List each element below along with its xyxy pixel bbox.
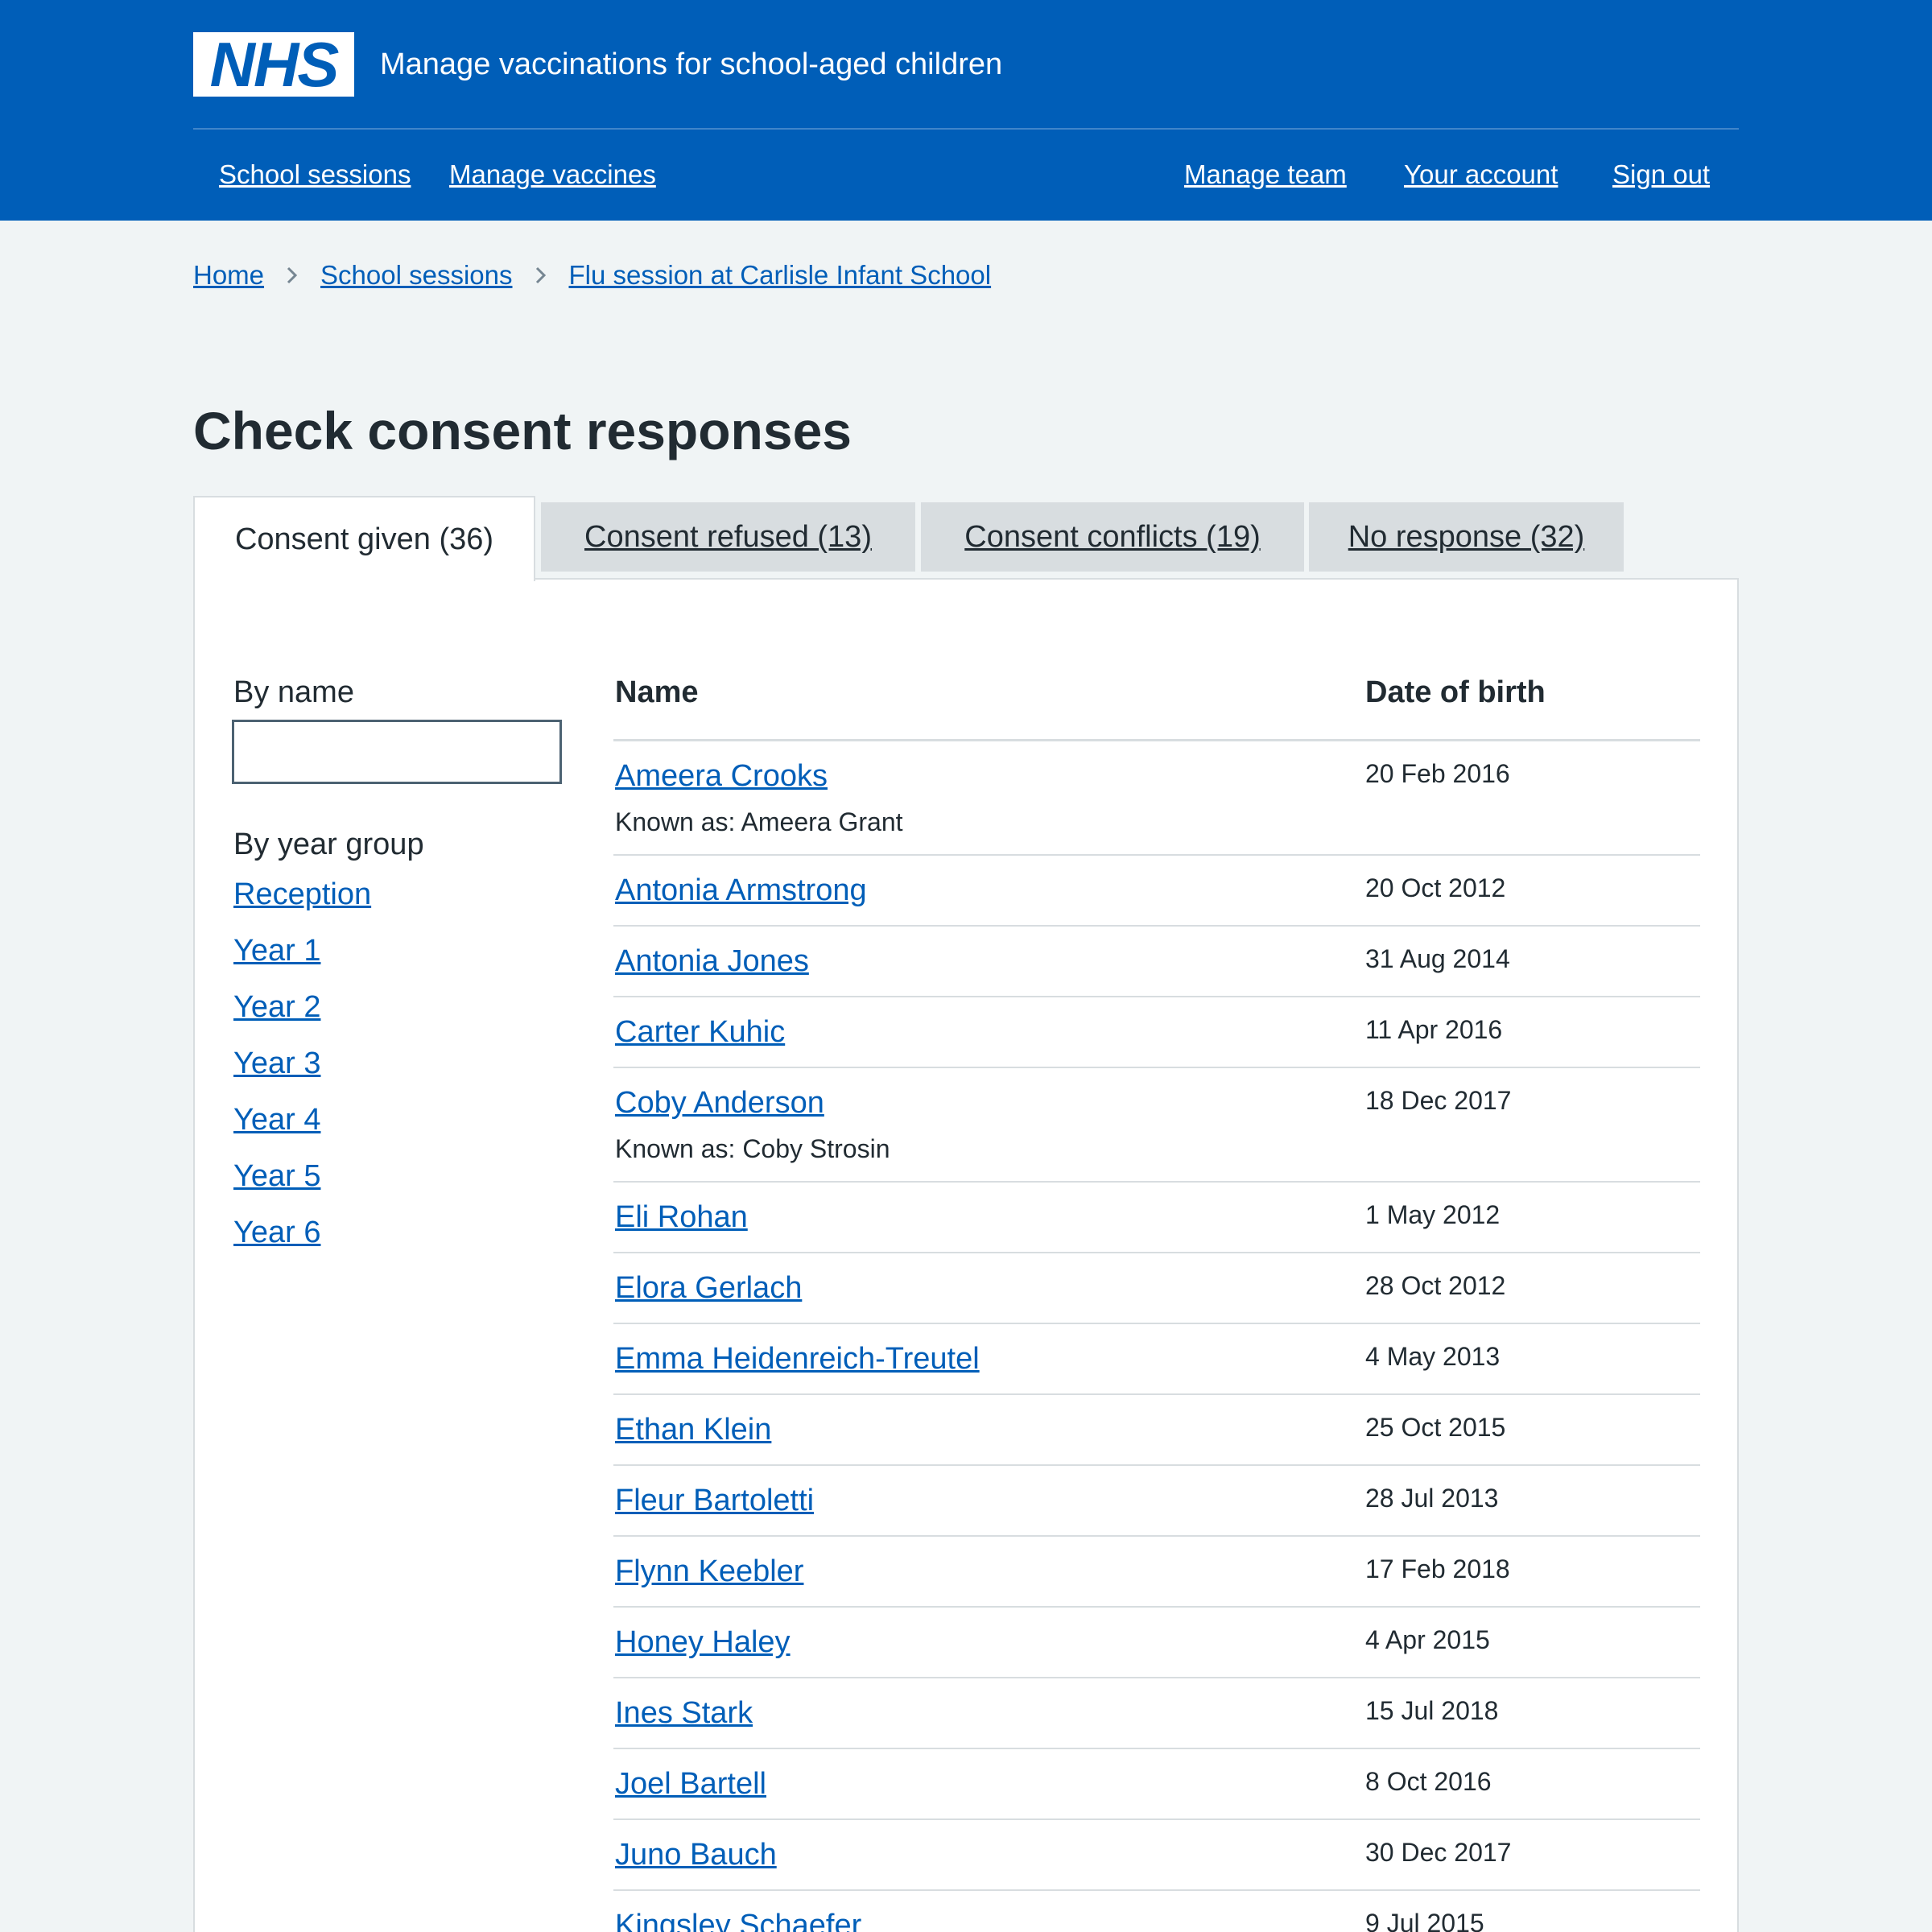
tab-consent-refused[interactable]: Consent refused (13) xyxy=(541,502,915,572)
date-of-birth: 17 Feb 2018 xyxy=(1365,1554,1510,1583)
patient-name-link[interactable]: Antonia Armstrong xyxy=(615,870,867,910)
nav-school-sessions[interactable]: School sessions xyxy=(219,155,411,194)
column-header-dob: Date of birth xyxy=(1365,675,1546,709)
by-year-group-label: By year group xyxy=(233,828,424,861)
nav-sign-out[interactable]: Sign out xyxy=(1612,155,1710,194)
year-group-4[interactable]: Year 4 xyxy=(233,1100,320,1139)
date-of-birth: 11 Apr 2016 xyxy=(1365,1015,1503,1044)
table-row: Antonia Jones 31 Aug 2014 xyxy=(613,927,1700,997)
table-row: Juno Bauch 30 Dec 2017 xyxy=(613,1820,1700,1891)
table-row: Flynn Keebler 17 Feb 2018 xyxy=(613,1537,1700,1608)
name-search-input[interactable] xyxy=(232,720,562,784)
nhs-logo-text: NHS xyxy=(209,29,340,100)
patient-name-link[interactable]: Coby Anderson xyxy=(615,1083,824,1123)
patient-name-link[interactable]: Eli Rohan xyxy=(615,1197,748,1237)
patient-name-link[interactable]: Joel Bartell xyxy=(615,1764,766,1804)
table-row: Kingsley Schaefer 9 Jul 2015 xyxy=(613,1891,1700,1932)
site-header: NHS Manage vaccinations for school-aged … xyxy=(0,0,1932,221)
tab-consent-conflicts-link[interactable]: Consent conflicts (19) xyxy=(964,520,1261,554)
patient-name-link[interactable]: Honey Haley xyxy=(615,1622,791,1662)
patient-name-link[interactable]: Flynn Keebler xyxy=(615,1551,803,1591)
patient-name-link[interactable]: Ines Stark xyxy=(615,1693,753,1733)
table-row: Ameera Crooks Known as: Ameera Grant 20 … xyxy=(613,741,1700,856)
date-of-birth: 31 Aug 2014 xyxy=(1365,944,1510,973)
tab-consent-given[interactable]: Consent given (36) xyxy=(193,496,535,581)
by-name-label: By name xyxy=(233,675,354,709)
table-row: Carter Kuhic 11 Apr 2016 xyxy=(613,997,1700,1068)
table-row: Joel Bartell 8 Oct 2016 xyxy=(613,1749,1700,1820)
date-of-birth: 8 Oct 2016 xyxy=(1365,1767,1492,1796)
patient-name-link[interactable]: Antonia Jones xyxy=(615,941,809,981)
tab-consent-conflicts[interactable]: Consent conflicts (19) xyxy=(921,502,1304,572)
year-group-1[interactable]: Year 1 xyxy=(233,931,320,970)
year-group-5[interactable]: Year 5 xyxy=(233,1157,320,1195)
tab-consent-refused-link[interactable]: Consent refused (13) xyxy=(584,520,872,554)
date-of-birth: 9 Jul 2015 xyxy=(1365,1909,1484,1932)
year-group-2[interactable]: Year 2 xyxy=(233,988,320,1026)
patient-name-link[interactable]: Ethan Klein xyxy=(615,1410,771,1450)
date-of-birth: 20 Oct 2012 xyxy=(1365,873,1506,902)
table-row: Eli Rohan 1 May 2012 xyxy=(613,1183,1700,1253)
column-header-name: Name xyxy=(615,675,699,709)
tab-no-response[interactable]: No response (32) xyxy=(1309,502,1624,572)
patient-name-link[interactable]: Carter Kuhic xyxy=(615,1012,785,1052)
nav-your-account[interactable]: Your account xyxy=(1404,155,1558,194)
date-of-birth: 25 Oct 2015 xyxy=(1365,1413,1506,1442)
table-row: Coby Anderson Known as: Coby Strosin 18 … xyxy=(613,1068,1700,1183)
breadcrumb-home[interactable]: Home xyxy=(193,256,264,295)
date-of-birth: 30 Dec 2017 xyxy=(1365,1838,1512,1867)
table-row: Honey Haley 4 Apr 2015 xyxy=(613,1608,1700,1678)
year-group-reception[interactable]: Reception xyxy=(233,875,371,914)
date-of-birth: 1 May 2012 xyxy=(1365,1200,1501,1229)
header-divider xyxy=(193,128,1739,130)
patient-name-link[interactable]: Fleur Bartoletti xyxy=(615,1480,814,1521)
patient-name-link[interactable]: Elora Gerlach xyxy=(615,1268,802,1308)
nav-manage-team[interactable]: Manage team xyxy=(1184,155,1347,194)
breadcrumb-flu-session[interactable]: Flu session at Carlisle Infant School xyxy=(569,256,992,295)
breadcrumb: Home School sessions Flu session at Carl… xyxy=(193,256,991,295)
year-group-6[interactable]: Year 6 xyxy=(233,1213,320,1252)
date-of-birth: 20 Feb 2016 xyxy=(1365,759,1510,788)
chevron-right-icon xyxy=(513,266,569,284)
patient-name-link[interactable]: Emma Heidenreich-Treutel xyxy=(615,1339,980,1379)
patient-name-link[interactable]: Ameera Crooks xyxy=(615,756,828,796)
table-row: Ines Stark 15 Jul 2018 xyxy=(613,1678,1700,1749)
table-row: Emma Heidenreich-Treutel 4 May 2013 xyxy=(613,1324,1700,1395)
known-as-text: Known as: Ameera Grant xyxy=(615,807,903,836)
tab-no-response-link[interactable]: No response (32) xyxy=(1348,520,1585,554)
known-as-text: Known as: Coby Strosin xyxy=(615,1134,890,1163)
date-of-birth: 28 Jul 2013 xyxy=(1365,1484,1499,1513)
page-title: Check consent responses xyxy=(193,401,852,460)
date-of-birth: 4 May 2013 xyxy=(1365,1342,1501,1371)
breadcrumb-school-sessions[interactable]: School sessions xyxy=(320,256,512,295)
date-of-birth: 4 Apr 2015 xyxy=(1365,1625,1490,1654)
date-of-birth: 28 Oct 2012 xyxy=(1365,1271,1506,1300)
table-row: Antonia Armstrong 20 Oct 2012 xyxy=(613,856,1700,927)
nhs-logo[interactable]: NHS xyxy=(193,32,354,97)
patient-name-link[interactable]: Kingsley Schaefer xyxy=(615,1905,861,1932)
date-of-birth: 18 Dec 2017 xyxy=(1365,1086,1512,1115)
date-of-birth: 15 Jul 2018 xyxy=(1365,1696,1499,1725)
table-row: Fleur Bartoletti 28 Jul 2013 xyxy=(613,1466,1700,1537)
patient-name-link[interactable]: Juno Bauch xyxy=(615,1835,777,1875)
service-name[interactable]: Manage vaccinations for school-aged chil… xyxy=(380,45,1002,84)
table-row: Elora Gerlach 28 Oct 2012 xyxy=(613,1253,1700,1324)
nav-manage-vaccines[interactable]: Manage vaccines xyxy=(449,155,656,194)
chevron-right-icon xyxy=(264,266,320,284)
table-row: Ethan Klein 25 Oct 2015 xyxy=(613,1395,1700,1466)
year-group-3[interactable]: Year 3 xyxy=(233,1044,320,1083)
